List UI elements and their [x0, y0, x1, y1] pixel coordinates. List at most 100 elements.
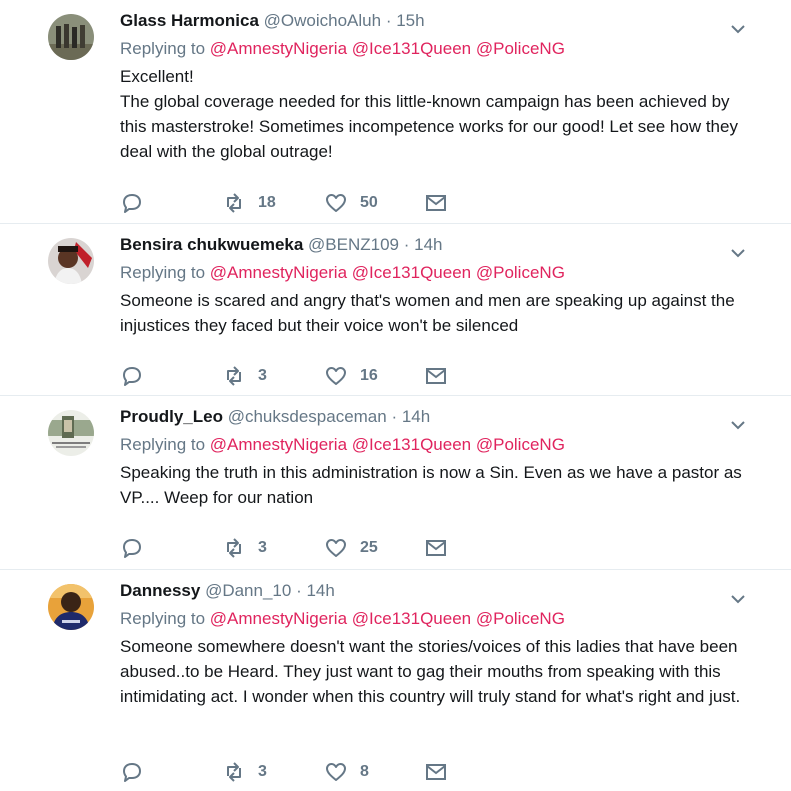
- mention-link[interactable]: @AmnestyNigeria: [210, 609, 347, 628]
- reply-icon: [123, 367, 141, 386]
- retweet-button[interactable]: 3: [222, 760, 267, 784]
- mention-link[interactable]: @AmnestyNigeria: [210, 263, 347, 282]
- reply-icon: [123, 194, 141, 213]
- avatar[interactable]: [48, 14, 94, 60]
- tweet-text-line: The global coverage needed for this litt…: [120, 92, 738, 161]
- mention-link[interactable]: @PoliceNG: [476, 609, 565, 628]
- retweet-button[interactable]: 3: [222, 536, 267, 560]
- timestamp[interactable]: · 14h: [391, 407, 430, 426]
- replying-to-label: Replying to: [120, 609, 206, 628]
- like-button[interactable]: 25: [324, 536, 378, 560]
- mention-link[interactable]: @Ice131Queen: [352, 435, 471, 454]
- tweet[interactable]: Dannessy @Dann_10 · 14h Replying to @Amn…: [0, 570, 791, 791]
- reply-button[interactable]: [120, 191, 144, 215]
- tweet-text-line: Someone is scared and angry that's women…: [120, 291, 735, 335]
- tweet-actions: 3 16: [120, 364, 480, 388]
- avatar[interactable]: [48, 584, 94, 630]
- tweet-header: Bensira chukwuemeka @BENZ109 · 14h: [120, 234, 443, 256]
- user-handle[interactable]: @chuksdespaceman: [228, 407, 387, 426]
- tweet-text-line: Someone somewhere doesn't want the stori…: [120, 637, 741, 706]
- mention-link[interactable]: @Ice131Queen: [352, 39, 471, 58]
- reply-icon: [123, 539, 141, 558]
- display-name[interactable]: Bensira chukwuemeka: [120, 235, 303, 254]
- tweet-text: Someone somewhere doesn't want the stori…: [120, 634, 760, 709]
- retweet-button[interactable]: 3: [222, 364, 267, 388]
- tweet-actions: 3 8: [120, 760, 480, 784]
- tweet-header: Dannessy @Dann_10 · 14h: [120, 580, 335, 602]
- like-count: 8: [360, 763, 369, 780]
- like-count: 25: [360, 539, 378, 556]
- display-name[interactable]: Dannessy: [120, 581, 200, 600]
- tweet[interactable]: Bensira chukwuemeka @BENZ109 · 14h Reply…: [0, 224, 791, 396]
- tweet-actions: 3 25: [120, 536, 480, 560]
- user-handle[interactable]: @OwoichoAluh: [264, 11, 381, 30]
- retweet-icon: [227, 762, 241, 782]
- mention-link[interactable]: @PoliceNG: [476, 263, 565, 282]
- envelope-icon: [426, 540, 446, 556]
- replying-to: Replying to @AmnestyNigeria @Ice131Queen…: [120, 434, 565, 456]
- reply-icon: [123, 763, 141, 782]
- mention-link[interactable]: @PoliceNG: [476, 435, 565, 454]
- envelope-icon: [426, 195, 446, 211]
- avatar[interactable]: [48, 410, 94, 456]
- mention-link[interactable]: @AmnestyNigeria: [210, 435, 347, 454]
- retweet-icon: [227, 366, 241, 386]
- user-handle[interactable]: @BENZ109: [308, 235, 399, 254]
- like-button[interactable]: 8: [324, 760, 369, 784]
- tweet-text-line: Excellent!: [120, 67, 194, 86]
- heart-icon: [326, 367, 346, 385]
- replying-to-label: Replying to: [120, 39, 206, 58]
- retweet-count: 3: [258, 539, 267, 556]
- display-name[interactable]: Proudly_Leo: [120, 407, 223, 426]
- reply-button[interactable]: [120, 760, 144, 784]
- mention-link[interactable]: @Ice131Queen: [352, 609, 471, 628]
- tweet-header: Glass Harmonica @OwoichoAluh · 15h: [120, 10, 425, 32]
- mention-link[interactable]: @AmnestyNigeria: [210, 39, 347, 58]
- timestamp[interactable]: · 14h: [404, 235, 443, 254]
- timestamp[interactable]: · 14h: [296, 581, 335, 600]
- replying-to: Replying to @AmnestyNigeria @Ice131Queen…: [120, 608, 565, 630]
- retweet-icon: [227, 538, 241, 558]
- direct-message-button[interactable]: [424, 364, 448, 388]
- display-name[interactable]: Glass Harmonica: [120, 11, 259, 30]
- mention-link[interactable]: @PoliceNG: [476, 39, 565, 58]
- heart-icon: [326, 194, 346, 212]
- retweet-button[interactable]: 18: [222, 191, 276, 215]
- replying-to-label: Replying to: [120, 435, 206, 454]
- like-button[interactable]: 50: [324, 191, 378, 215]
- tweet-text-line: Speaking the truth in this administratio…: [120, 463, 742, 507]
- chevron-down-icon[interactable]: [729, 416, 747, 434]
- avatar[interactable]: [48, 238, 94, 284]
- like-count: 16: [360, 367, 378, 384]
- replying-to-label: Replying to: [120, 263, 206, 282]
- reply-button[interactable]: [120, 536, 144, 560]
- tweet-actions: 18 50: [120, 191, 480, 215]
- tweet-text: Excellent! The global coverage needed fo…: [120, 64, 760, 164]
- retweet-icon: [227, 193, 241, 213]
- retweet-count: 18: [258, 194, 276, 211]
- tweet[interactable]: Proudly_Leo @chuksdespaceman · 14h Reply…: [0, 396, 791, 570]
- retweet-count: 3: [258, 367, 267, 384]
- like-count: 50: [360, 194, 378, 211]
- retweet-count: 3: [258, 763, 267, 780]
- direct-message-button[interactable]: [424, 760, 448, 784]
- direct-message-button[interactable]: [424, 191, 448, 215]
- chevron-down-icon[interactable]: [729, 20, 747, 38]
- tweet-text: Speaking the truth in this administratio…: [120, 460, 760, 510]
- tweet-header: Proudly_Leo @chuksdespaceman · 14h: [120, 406, 430, 428]
- mention-link[interactable]: @Ice131Queen: [352, 263, 471, 282]
- replying-to: Replying to @AmnestyNigeria @Ice131Queen…: [120, 38, 565, 60]
- heart-icon: [326, 763, 346, 781]
- timestamp[interactable]: · 15h: [386, 11, 425, 30]
- user-handle[interactable]: @Dann_10: [205, 581, 291, 600]
- reply-button[interactable]: [120, 364, 144, 388]
- heart-icon: [326, 539, 346, 557]
- direct-message-button[interactable]: [424, 536, 448, 560]
- chevron-down-icon[interactable]: [729, 244, 747, 262]
- tweet-text: Someone is scared and angry that's women…: [120, 288, 760, 338]
- tweet[interactable]: Glass Harmonica @OwoichoAluh · 15h Reply…: [0, 0, 791, 224]
- envelope-icon: [426, 368, 446, 384]
- like-button[interactable]: 16: [324, 364, 378, 388]
- chevron-down-icon[interactable]: [729, 590, 747, 608]
- replying-to: Replying to @AmnestyNigeria @Ice131Queen…: [120, 262, 565, 284]
